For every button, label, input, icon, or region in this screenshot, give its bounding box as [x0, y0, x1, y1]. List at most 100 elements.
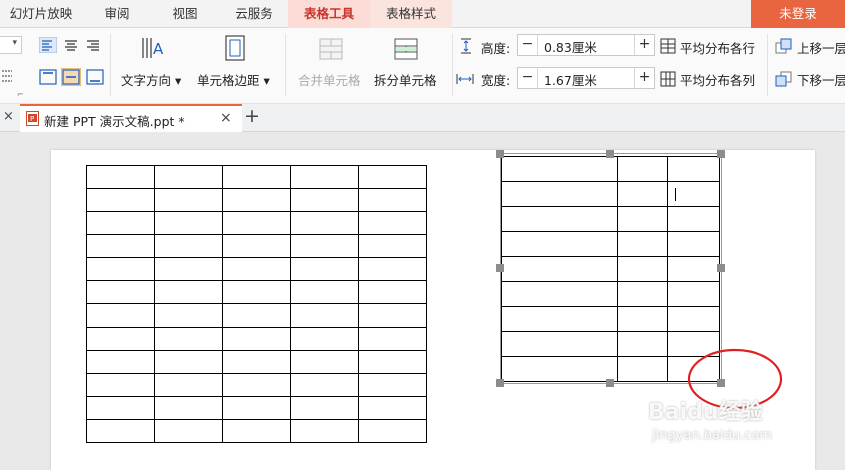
table-cell[interactable]	[500, 306, 619, 332]
table-cell[interactable]	[154, 303, 223, 328]
table-cell[interactable]	[154, 188, 223, 213]
resize-handle-top-right[interactable]	[717, 150, 725, 158]
merge-cells-button[interactable]: 合并单元格	[298, 70, 361, 89]
table-cell[interactable]	[667, 156, 720, 182]
table-cell[interactable]	[290, 280, 359, 305]
left-table[interactable]	[86, 164, 427, 444]
table-cell[interactable]	[358, 164, 427, 190]
height-increase-button[interactable]: +	[634, 35, 654, 55]
table-cell[interactable]	[358, 326, 427, 351]
table-cell[interactable]	[154, 211, 223, 236]
move-up-button[interactable]: 上移一层	[797, 38, 845, 57]
align-center-icon[interactable]	[63, 37, 79, 53]
tab-slideshow[interactable]: 幻灯片放映	[0, 0, 82, 28]
table-cell[interactable]	[222, 303, 291, 328]
table-cell[interactable]	[500, 356, 619, 382]
table-cell[interactable]	[290, 418, 359, 444]
resize-handle-left[interactable]	[496, 264, 504, 272]
table-cell[interactable]	[358, 303, 427, 328]
table-cell[interactable]	[222, 188, 291, 213]
table-cell[interactable]	[290, 164, 359, 190]
table-cell[interactable]	[154, 234, 223, 259]
table-cell[interactable]	[290, 303, 359, 328]
table-cell[interactable]	[358, 349, 427, 374]
new-tab-icon[interactable]: +	[244, 105, 260, 127]
table-cell[interactable]	[500, 231, 619, 257]
table-cell[interactable]	[290, 188, 359, 213]
table-cell[interactable]	[290, 349, 359, 374]
close-icon[interactable]: ×	[3, 109, 14, 124]
table-cell[interactable]	[290, 257, 359, 282]
tab-review[interactable]: 审阅	[90, 0, 144, 28]
distribute-columns-button[interactable]: 平均分布各列	[680, 70, 755, 89]
table-cell[interactable]	[358, 280, 427, 305]
table-cell[interactable]	[617, 156, 669, 182]
table-cell[interactable]	[86, 395, 155, 420]
table-cell[interactable]	[500, 281, 619, 307]
height-decrease-button[interactable]: −	[518, 35, 538, 55]
table-cell[interactable]	[617, 256, 669, 282]
resize-handle-top[interactable]	[606, 150, 614, 158]
table-cell[interactable]	[358, 188, 427, 213]
resize-handle-right[interactable]	[717, 264, 725, 272]
width-increase-button[interactable]: +	[634, 68, 654, 88]
table-cell[interactable]	[222, 234, 291, 259]
text-direction-button[interactable]: 文字方向 ▾	[121, 70, 181, 89]
height-value[interactable]: 0.83厘米	[544, 37, 597, 56]
table-cell[interactable]	[290, 211, 359, 236]
table-cell[interactable]	[617, 181, 669, 207]
table-cell[interactable]	[222, 257, 291, 282]
table-cell[interactable]	[86, 418, 155, 444]
login-button[interactable]: 未登录	[751, 0, 845, 28]
width-stepper[interactable]: − 1.67厘米 +	[517, 67, 655, 89]
table-cell[interactable]	[154, 372, 223, 397]
table-cell[interactable]	[222, 395, 291, 420]
align-bottom-icon[interactable]	[86, 69, 104, 85]
table-cell[interactable]	[358, 395, 427, 420]
table-cell[interactable]	[222, 418, 291, 444]
table-cell[interactable]	[358, 372, 427, 397]
table-cell[interactable]	[86, 280, 155, 305]
split-cells-button[interactable]: 拆分单元格	[374, 70, 437, 89]
table-cell[interactable]	[86, 234, 155, 259]
table-cell[interactable]	[222, 280, 291, 305]
table-cell[interactable]	[617, 281, 669, 307]
table-cell[interactable]	[86, 303, 155, 328]
height-stepper[interactable]: − 0.83厘米 +	[517, 34, 655, 56]
table-cell[interactable]	[86, 164, 155, 190]
table-cell[interactable]	[222, 211, 291, 236]
align-left-icon[interactable]	[39, 37, 57, 53]
resize-handle-bottom-left[interactable]	[496, 379, 504, 387]
table-cell[interactable]	[617, 331, 669, 357]
table-cell[interactable]	[617, 206, 669, 232]
cell-margin-button[interactable]: 单元格边距 ▾	[197, 70, 270, 89]
close-tab-icon[interactable]: ×	[220, 110, 232, 126]
tab-view[interactable]: 视图	[158, 0, 212, 28]
table-cell[interactable]	[222, 372, 291, 397]
table-cell[interactable]	[86, 349, 155, 374]
table-cell[interactable]	[290, 234, 359, 259]
tab-table-tools[interactable]: 表格工具	[288, 0, 370, 28]
table-cell[interactable]	[86, 326, 155, 351]
table-cell[interactable]	[617, 306, 669, 332]
align-top-icon[interactable]	[39, 69, 57, 85]
align-right-icon[interactable]	[85, 37, 101, 53]
table-cell[interactable]	[222, 349, 291, 374]
table-cell[interactable]	[667, 256, 720, 282]
table-cell[interactable]	[154, 280, 223, 305]
move-down-button[interactable]: 下移一层	[797, 70, 845, 89]
table-cell[interactable]	[667, 306, 720, 332]
tab-table-style[interactable]: 表格样式	[370, 0, 452, 28]
table-cell[interactable]	[86, 372, 155, 397]
resize-handle-bottom[interactable]	[606, 379, 614, 387]
table-cell[interactable]	[500, 181, 619, 207]
width-decrease-button[interactable]: −	[518, 68, 538, 88]
table-cell[interactable]	[358, 257, 427, 282]
table-cell[interactable]	[667, 281, 720, 307]
table-cell[interactable]	[667, 231, 720, 257]
table-cell[interactable]	[154, 164, 223, 190]
table-cell[interactable]	[500, 156, 619, 182]
table-cell[interactable]	[617, 231, 669, 257]
table-cell[interactable]	[617, 356, 669, 382]
table-cell[interactable]	[667, 206, 720, 232]
